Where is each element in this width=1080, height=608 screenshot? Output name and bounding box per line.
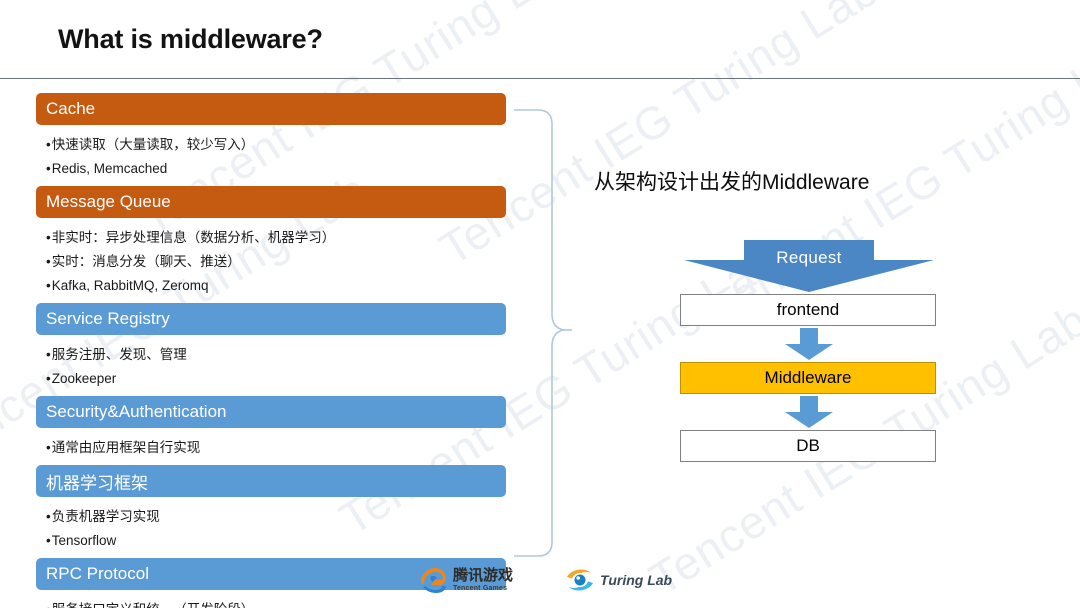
right-panel-heading: 从架构设计出发的Middleware [594, 171, 870, 194]
bullet-text: 服务接口定义和统一（开发阶段） [52, 602, 255, 608]
bullet-item: •Zookeeper [46, 367, 506, 391]
flow-node-label: DB [796, 436, 820, 455]
bullet-marker-icon: • [46, 509, 51, 524]
bullet-item: •负责机器学习实现 [46, 505, 506, 529]
flow-node-middleware: Middleware [680, 362, 936, 394]
category-header: Message Queue [36, 186, 506, 218]
category-bullet-list: •负责机器学习实现 •Tensorflow [36, 499, 506, 558]
flow-node-label: Middleware [764, 368, 852, 387]
bullet-text: Redis, Memcached [51, 161, 168, 176]
bullet-text: Tensorflow [51, 533, 117, 548]
bullet-text: 快速读取（大量读取，较少写入） [51, 137, 255, 152]
bullet-marker-icon: • [46, 161, 51, 176]
turing-lab-logo: Turing Lab [565, 565, 672, 595]
category-bullet-list: •非实时：异步处理信息（数据分析、机器学习） •实时：消息分发（聊天、推送） •Ka… [36, 220, 506, 303]
tencent-games-name-cn: 腾讯游戏 [453, 566, 514, 584]
turing-lab-icon [565, 565, 595, 595]
bullet-item: •实时：消息分发（聊天、推送） [46, 250, 506, 274]
bullet-marker-icon: • [46, 347, 51, 362]
architecture-flow-diagram: Request frontend Middleware DB [680, 236, 938, 462]
arrow-middleware-to-db [680, 394, 938, 430]
flow-node-frontend: frontend [680, 294, 936, 326]
category-header-label: Cache [46, 99, 96, 118]
bullet-text: Kafka, RabbitMQ, Zeromq [51, 278, 209, 293]
bullet-text: 负责机器学习实现 [51, 509, 160, 524]
tencent-games-icon [418, 565, 448, 595]
bullet-item: •服务接口定义和统一（开发阶段） [46, 598, 506, 608]
category-header-label: RPC Protocol [46, 564, 149, 583]
bullet-item: •Tensorflow [46, 529, 506, 553]
page-title: What is middleware? [58, 24, 323, 54]
bullet-marker-icon: • [46, 440, 51, 455]
bullet-marker-icon: • [46, 254, 51, 269]
bullet-marker-icon: • [46, 533, 51, 548]
category-header: Service Registry [36, 303, 506, 335]
bullet-text: Zookeeper [51, 371, 117, 386]
bullet-text: 通常由应用框架自行实现 [51, 440, 201, 455]
request-arrow-label: Request [776, 248, 842, 267]
category-header: Cache [36, 93, 506, 125]
category-header-label: Message Queue [46, 192, 171, 211]
bullet-item: •通常由应用框架自行实现 [46, 436, 506, 460]
request-arrow: Request [680, 236, 938, 294]
bullet-item: •Redis, Memcached [46, 157, 506, 181]
bullet-marker-icon: • [46, 371, 51, 386]
bullet-text: 实时：消息分发（聊天、推送） [51, 254, 241, 269]
category-header: 机器学习框架 [36, 465, 506, 497]
middleware-category-list: Cache •快速读取（大量读取，较少写入） •Redis, Memcached Me… [36, 93, 506, 608]
brace-connector [512, 108, 572, 558]
tencent-games-name-en: Tencent Games [453, 585, 508, 592]
bullet-item: •Kafka, RabbitMQ, Zeromq [46, 274, 506, 298]
flow-node-label: frontend [776, 300, 840, 319]
bullet-marker-icon: • [46, 230, 51, 245]
category-header-label: Security&Authentication [46, 402, 227, 421]
slide-root: Tencent IEG Turing Lab Tencent IEG Turin… [0, 0, 1080, 608]
bullet-item: •服务注册、发现、管理 [46, 343, 506, 367]
category-header: Security&Authentication [36, 396, 506, 428]
bullet-text: 非实时：异步处理信息（数据分析、机器学习） [51, 230, 336, 245]
tencent-games-logo: 腾讯游戏 Tencent Games [418, 565, 513, 595]
category-bullet-list: •服务注册、发现、管理 •Zookeeper [36, 337, 506, 396]
bullet-marker-icon: • [46, 602, 51, 608]
category-bullet-list: •快速读取（大量读取，较少写入） •Redis, Memcached [36, 127, 506, 186]
bullet-item: •快速读取（大量读取，较少写入） [46, 133, 506, 157]
category-bullet-list: •通常由应用框架自行实现 [36, 430, 506, 465]
bullet-marker-icon: • [46, 137, 51, 152]
turing-lab-name: Turing Lab [600, 572, 673, 588]
category-header-label: Service Registry [46, 309, 170, 328]
bullet-text: 服务注册、发现、管理 [51, 347, 187, 362]
title-divider [0, 78, 1080, 79]
bullet-item: •非实时：异步处理信息（数据分析、机器学习） [46, 226, 506, 250]
flow-node-db: DB [680, 430, 936, 462]
category-header-label: 机器学习框架 [46, 473, 148, 493]
footer-logos: 腾讯游戏 Tencent Games Turing Lab [418, 565, 672, 595]
arrow-frontend-to-middleware [680, 326, 938, 362]
tencent-games-wordmark: 腾讯游戏 Tencent Games [453, 566, 514, 593]
bullet-marker-icon: • [46, 278, 51, 293]
